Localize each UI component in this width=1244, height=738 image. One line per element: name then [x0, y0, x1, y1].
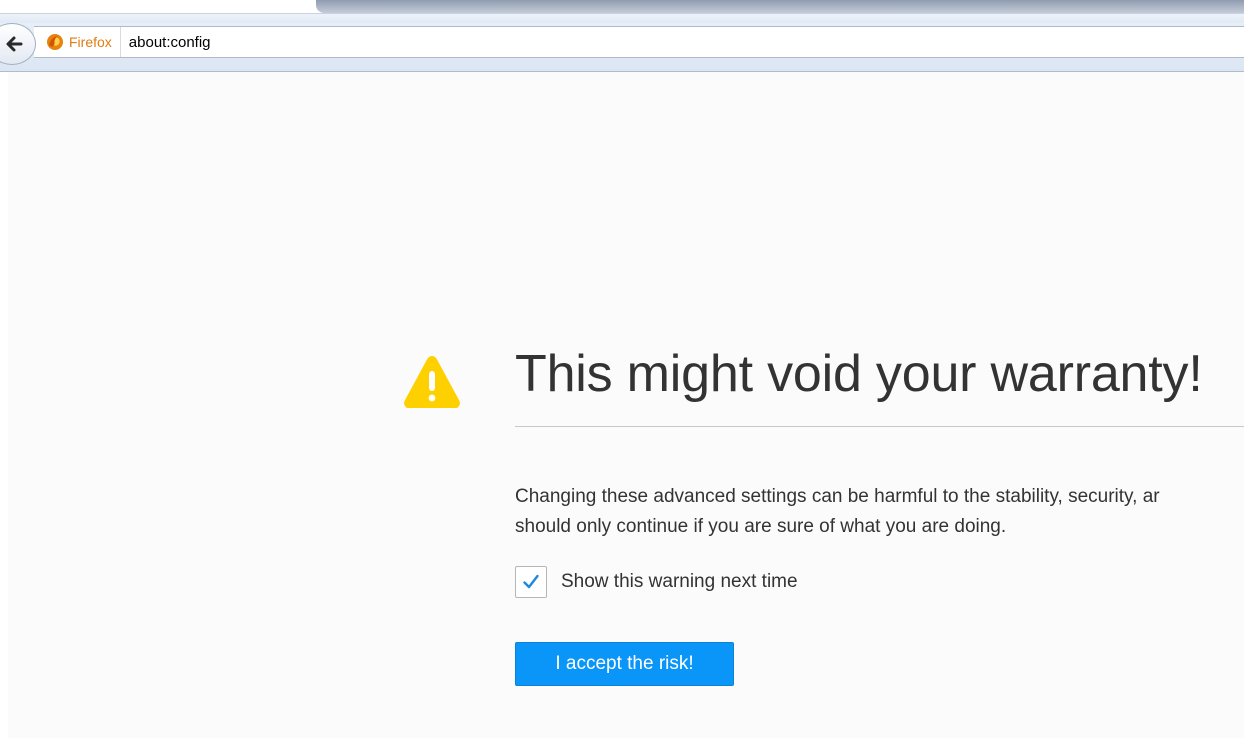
title-divider: [515, 426, 1244, 427]
content-left-gutter: [0, 72, 8, 738]
site-identity-label: Firefox: [69, 34, 112, 50]
warning-description-line-1: Changing these advanced settings can be …: [515, 486, 1160, 507]
url-bar[interactable]: Firefox: [34, 26, 1244, 58]
page-content: [8, 72, 1244, 738]
warning-description-line-2: should only continue if you are sure of …: [515, 516, 1007, 537]
url-input[interactable]: [128, 33, 829, 51]
back-button[interactable]: [0, 23, 36, 65]
show-warning-checkbox[interactable]: [515, 566, 547, 598]
show-warning-label: Show this warning next time: [561, 571, 798, 592]
show-warning-checkbox-row[interactable]: Show this warning next time: [515, 566, 798, 598]
checkmark-icon: [523, 574, 539, 589]
accept-risk-button[interactable]: I accept the risk!: [515, 642, 734, 686]
site-identity-button[interactable]: Firefox: [34, 27, 121, 57]
active-tab-edge[interactable]: [316, 0, 1244, 13]
browser-window: Firefox This might void your warranty! C…: [0, 0, 1244, 738]
warning-title: This might void your warranty!: [515, 345, 1203, 403]
firefox-logo-icon: [47, 34, 63, 50]
warning-triangle-icon: [404, 356, 460, 408]
navigation-toolbar: Firefox: [0, 23, 1244, 72]
back-arrow-icon: [6, 36, 23, 52]
warning-description: Changing these advanced settings can be …: [515, 482, 1244, 542]
